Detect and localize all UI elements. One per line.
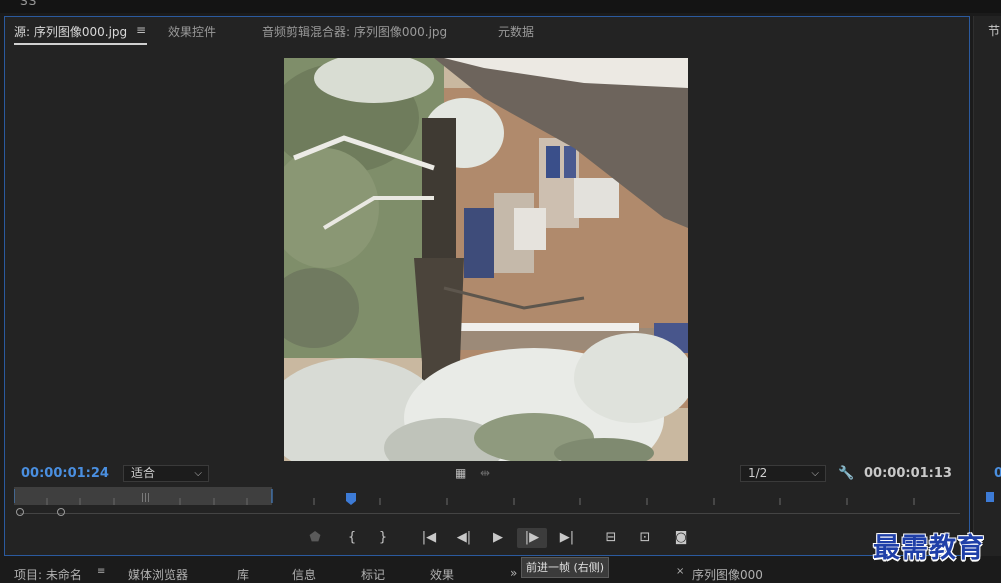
tab-effects[interactable]: 效果 [430,566,454,583]
zoom-select-value: 适合 [131,466,156,480]
wrench-icon[interactable]: 🔧 [838,466,854,481]
zoom-select[interactable]: 适合 ⌵ [123,465,209,482]
play-button[interactable]: ▶ [483,528,513,548]
overwrite-button[interactable]: ⊡ [630,528,660,548]
chevron-down-icon: ⌵ [811,468,819,479]
tab-library[interactable]: 库 [237,566,249,583]
mark-in-button[interactable]: { [337,528,367,548]
go-to-out-button[interactable]: ▶| [552,528,582,548]
source-monitor-panel: 源: 序列图像000.jpg ≡ 效果控件 音频剪辑混合器: 序列图像000.j… [4,16,970,556]
duration-timecode: 00:00:01:13 [864,466,952,481]
drag-video-icon[interactable]: ⇹ [480,466,490,480]
mark-out-button[interactable]: } [368,528,398,548]
safe-margins-icon[interactable]: ▦ [455,466,466,480]
time-ruler[interactable]: ||| [14,487,960,509]
tab-markers[interactable]: 标记 [361,566,385,583]
panel-tabs: 源: 序列图像000.jpg ≡ 效果控件 音频剪辑混合器: 序列图像000.j… [5,17,969,45]
scroll-start-handle[interactable] [16,508,24,516]
close-icon[interactable]: × [676,566,684,577]
frame-image [284,58,688,461]
add-marker-button[interactable]: ⬟ [300,528,330,548]
program-tab-label[interactable]: 节 [988,22,1000,39]
svg-text:|||: ||| [141,493,150,503]
resolution-select[interactable]: 1/2 ⌵ [740,465,826,482]
overflow-tabs-icon[interactable]: » [510,566,517,580]
ruler-ticks: ||| [14,489,915,505]
top-strip: SS [0,0,1001,13]
tab-media-browser[interactable]: 媒体浏览器 [128,566,188,583]
top-glyph: SS [20,0,38,8]
tab-source[interactable]: 源: 序列图像000.jpg [14,23,148,45]
program-monitor-edge: 节 0 [973,16,1001,556]
tab-effect-controls[interactable]: 效果控件 [168,23,216,40]
hamburger-icon[interactable]: ≡ [97,566,105,577]
insert-button[interactable]: ⊟ [596,528,626,548]
tab-info[interactable]: 信息 [292,566,316,583]
watermark-logo: 最需教育 [873,533,985,564]
camera-icon[interactable]: ◙ [666,528,696,548]
step-forward-button[interactable]: |▶ [517,528,547,548]
bottom-panel-tabs: 项目: 未命名 ≡ 媒体浏览器 库 信息 标记 效果 » × 序列图像000 [0,558,1001,582]
zoom-scrollbar[interactable] [14,508,960,519]
tab-audio-clip-mixer[interactable]: 音频剪辑混合器: 序列图像000.jpg [262,23,447,40]
resolution-select-value: 1/2 [748,466,768,480]
tab-metadata[interactable]: 元数据 [498,23,534,40]
go-to-in-button[interactable]: |◀ [414,528,444,548]
playhead-timecode[interactable]: 00:00:01:24 [21,466,109,481]
scroll-end-handle[interactable] [57,508,65,516]
tab-sequence[interactable]: 序列图像000 [692,566,763,583]
tab-project[interactable]: 项目: 未命名 [14,566,82,583]
program-playhead-edge [986,492,994,502]
step-back-button[interactable]: ◀| [449,528,479,548]
video-frame [284,58,688,461]
chevron-down-icon: ⌵ [194,468,202,479]
scrollbar-track [20,513,960,514]
program-timecode-edge: 0 [994,466,1001,481]
tooltip: 前进一帧 (右侧) [521,557,610,578]
hamburger-icon[interactable]: ≡ [136,23,146,37]
